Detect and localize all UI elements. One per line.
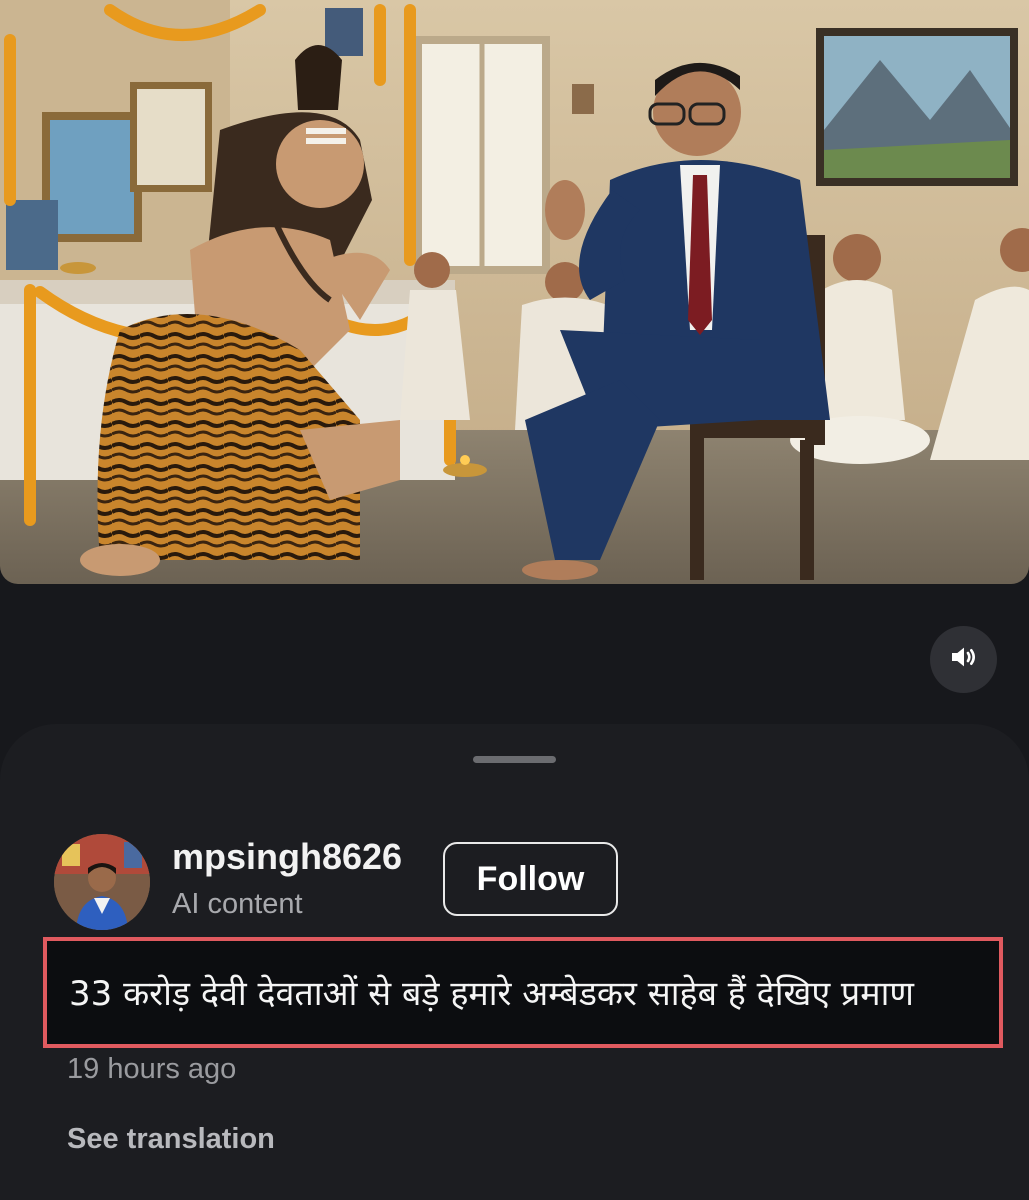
video-frame-image <box>0 0 1029 584</box>
post-info-sheet: mpsingh8626 AI content Follow 33 करोड़ द… <box>0 724 1029 1200</box>
video-player[interactable] <box>0 0 1029 584</box>
username[interactable]: mpsingh8626 <box>172 836 402 878</box>
post-caption[interactable]: 33 करोड़ देवी देवताओं से बड़े हमारे अम्ब… <box>69 969 914 1015</box>
volume-button[interactable] <box>930 626 997 693</box>
follow-button[interactable]: Follow <box>443 842 618 916</box>
avatar[interactable] <box>54 834 150 930</box>
see-translation-link[interactable]: See translation <box>67 1123 275 1156</box>
reel-screen: mpsingh8626 AI content Follow 33 करोड़ द… <box>0 0 1029 1200</box>
caption-highlight-box: 33 करोड़ देवी देवताओं से बड़े हमारे अम्ब… <box>43 937 1003 1048</box>
ai-content-label: AI content <box>172 888 303 920</box>
post-timestamp: 19 hours ago <box>67 1053 237 1085</box>
speaker-volume-icon <box>948 641 980 678</box>
sheet-drag-handle[interactable] <box>473 756 556 763</box>
